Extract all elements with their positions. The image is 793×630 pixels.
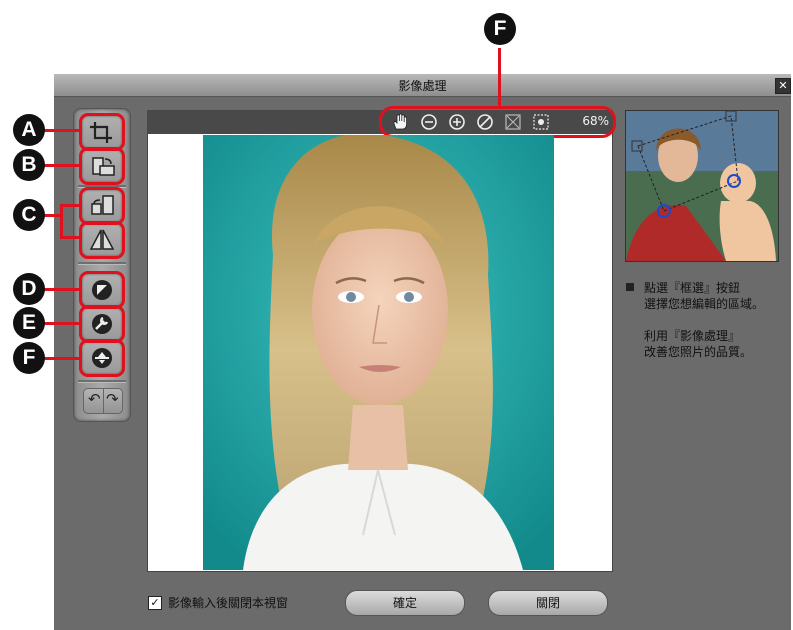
- tool-divider: [78, 262, 126, 265]
- undo-redo-divider: [103, 389, 104, 413]
- callout-badge-f-top: F: [484, 13, 516, 45]
- leader-line-d: [44, 288, 81, 291]
- callout-badge-d: D: [13, 273, 45, 305]
- close-after-import-label: 影像輸入後關閉本視窗: [168, 596, 289, 610]
- undo-redo-group: ↶ ↷: [83, 388, 123, 414]
- leader-line-c-top: [60, 204, 81, 207]
- callout-box-b: [79, 147, 125, 185]
- leader-line-b: [44, 164, 81, 167]
- callout-box-a: [79, 113, 125, 151]
- help-line-4: 改善您照片的品質。: [644, 345, 753, 359]
- callout-badge-a: A: [13, 114, 45, 146]
- close-button[interactable]: 關閉: [488, 590, 608, 616]
- window-title: 影像處理: [398, 79, 447, 93]
- undo-button[interactable]: ↶: [88, 390, 101, 408]
- close-after-import-checkbox[interactable]: ✓: [148, 596, 162, 610]
- help-line-3: 利用『影像處理』: [644, 329, 741, 343]
- callout-box-e: [79, 305, 125, 343]
- ok-button[interactable]: 確定: [345, 590, 465, 616]
- callout-badge-c: C: [13, 199, 45, 231]
- close-window-button[interactable]: ✕: [775, 78, 791, 94]
- callout-badge-f-side: F: [13, 342, 45, 374]
- help-line-1: 點選『框選』按鈕: [644, 281, 741, 295]
- leader-line-e: [44, 322, 81, 325]
- callout-box-c-bottom: [79, 221, 125, 259]
- portrait-photo: [203, 135, 554, 570]
- title-bar: 影像處理 ✕: [54, 74, 791, 97]
- leader-line-a: [44, 129, 81, 132]
- callout-badge-b: B: [13, 149, 45, 181]
- leader-line-c-vertical: [60, 204, 63, 238]
- callout-box-f: [79, 339, 125, 377]
- callout-badge-e: E: [13, 307, 45, 339]
- tool-divider: [78, 380, 126, 383]
- help-bullet: [626, 283, 634, 291]
- leader-line-c-bottom: [60, 236, 81, 239]
- leader-line-f-top: [498, 48, 501, 108]
- leader-line-f: [44, 357, 81, 360]
- callout-box-c-top: [79, 187, 125, 225]
- callout-box-d: [79, 271, 125, 309]
- help-line-2: 選擇您想編輯的區域。: [644, 297, 765, 311]
- callout-box-f-top: [379, 106, 616, 138]
- redo-button[interactable]: ↷: [106, 390, 119, 408]
- preview-thumbnail: [625, 110, 779, 262]
